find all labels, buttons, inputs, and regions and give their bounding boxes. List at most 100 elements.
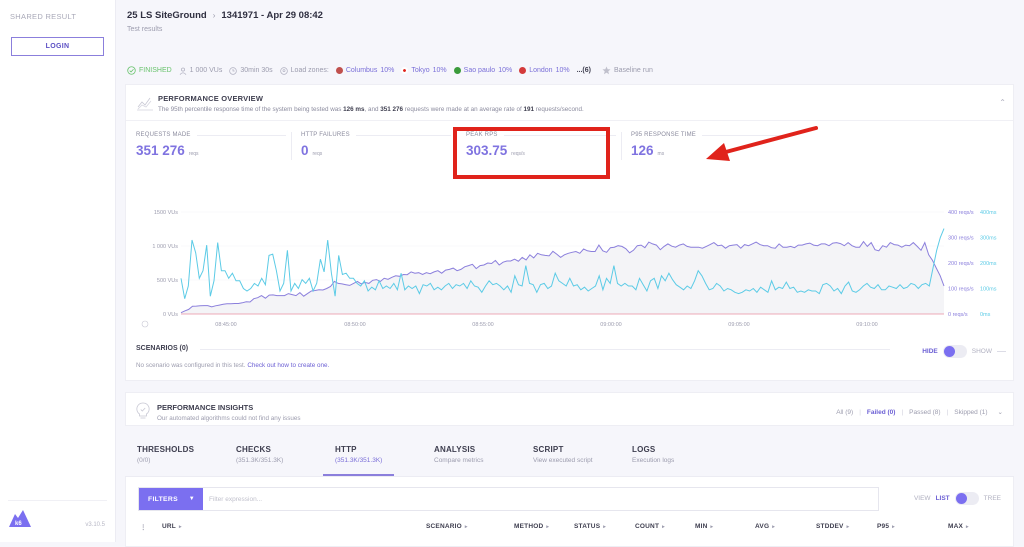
stat-requests-made: REQUESTS MADE 351 276 reqs [136,132,286,158]
k6-logo-icon[interactable]: k6 [8,508,32,528]
stat-unit: reqs [188,151,199,157]
filters-dropdown-button[interactable]: FILTERS ▼ [139,488,203,510]
check-circle-icon [127,66,136,75]
column-status[interactable]: STATUS ▸ [574,523,606,530]
column-count[interactable]: COUNT ▸ [635,523,665,530]
y-tick-label-rps: 300 reqs/s [948,236,974,242]
create-scenario-link[interactable]: Check out how to create one. [247,362,329,369]
sidebar-divider [8,500,107,501]
brazil-flag-icon [453,67,461,74]
filter-passed[interactable]: Passed (8) [909,409,940,416]
performance-chart-svg[interactable]: 0 VUs 500 VUs 1 000 VUs 1500 VUs 0 reqs/s 0ms… [126,200,1015,330]
scenarios-toggle[interactable]: HIDE SHOW [922,345,1006,358]
column-max[interactable]: MAX ▸ [948,523,969,530]
tree-label[interactable]: TREE [984,495,1001,502]
clock-icon [141,320,149,328]
japan-flag-icon [401,67,409,74]
baseline-run-button[interactable]: Baseline run [602,66,653,75]
stat-label: P95 RESPONSE TIME [631,132,696,138]
stat-value: 126 [631,143,654,158]
y-tick-label-rps: 0 reqs/s [948,312,968,318]
hide-label[interactable]: HIDE [922,348,938,355]
column-avg[interactable]: AVG ▸ [755,523,775,530]
filter-all[interactable]: All (9) [836,409,853,416]
chart-line-icon [137,97,153,111]
insights-title: PERFORMANCE INSIGHTS [157,403,254,412]
stat-p95-response-time: P95 RESPONSE TIME 126 ms [621,132,781,160]
clock-icon [229,66,238,75]
page-subtitle: Test results [127,26,163,33]
performance-chart[interactable]: 0 VUs 500 VUs 1 000 VUs 1500 VUs 0 reqs/s 0ms… [126,200,1015,330]
load-zone-london: London 10% [519,67,570,74]
tab-script[interactable]: SCRIPT View executed script [521,445,605,476]
show-label[interactable]: SHOW [972,348,992,355]
caret-down-icon: ▼ [188,496,195,502]
filter-failed[interactable]: Failed (0) [867,409,896,416]
scenarios-description: No scenario was configured in this test.… [136,362,330,369]
x-tick-label: 09:10:00 [856,322,877,328]
y-tick-label-vus: 0 VUs [163,312,178,318]
location-pin-icon [279,66,288,75]
load-zones-info: Load zones: [279,66,329,75]
divider [126,120,1013,121]
load-zone-sao-paulo: Sao paulo 10% [453,67,512,74]
chevron-up-icon[interactable]: ⌃ [999,98,1006,107]
result-tabs: THRESHOLDS (0/0) CHECKS (351.3K/351.3K) HT… [125,445,1014,477]
star-icon [602,66,611,75]
column-p95[interactable]: P95 ▸ [877,523,895,530]
run-status-bar: FINISHED 1 000 VUs 30min 30s Load zones:… [127,66,653,75]
divider [200,349,890,350]
more-zones-link[interactable]: ...(6) [577,67,591,74]
column-stddev[interactable]: STDDEV ▸ [816,523,849,530]
stat-label: PEAK RPS [466,132,498,138]
toggle-switch[interactable] [942,345,967,358]
performance-insights-card: PERFORMANCE INSIGHTS Our automated algor… [125,392,1014,426]
column-url[interactable]: URL ▸ [162,523,182,530]
y-tick-label-rps: 200 reqs/s [948,261,974,267]
column-min[interactable]: MIN ▸ [695,523,713,530]
y-tick-label-ms: 400ms [980,210,997,216]
login-button[interactable]: LOGIN [11,37,104,56]
tab-checks[interactable]: CHECKS (351.3K/351.3K) [224,445,295,476]
stat-unit: reqs/s [511,151,525,157]
lightbulb-icon [136,402,150,419]
breadcrumb: 25 LS SiteGround › 1341971 - Apr 29 08:4… [127,10,323,21]
filter-skipped[interactable]: Skipped (1) [954,409,987,416]
column-scenario[interactable]: SCENARIO ▸ [426,523,468,530]
breadcrumb-project[interactable]: 25 LS SiteGround [127,10,207,21]
performance-overview-summary: The 95th percentile response time of the… [158,106,584,113]
user-icon [179,67,186,75]
toggle-switch[interactable] [954,492,979,505]
tab-logs[interactable]: LOGS Execution logs [620,445,686,476]
insights-description: Our automated algorithms could not find … [157,415,301,422]
list-label[interactable]: LIST [936,495,950,502]
table-header: ⋮ URL ▸ SCENARIO ▸ METHOD ▸ STATUS ▸ COUNT ▸ … [138,523,998,535]
stats-row: REQUESTS MADE 351 276 reqs HTTP FAILURES … [136,132,1006,172]
vus-info: 1 000 VUs [179,67,222,75]
stat-label: HTTP FAILURES [301,132,350,138]
insights-filters: All (9) | Failed (0) | Passed (8) | Skip… [836,408,1003,417]
http-table-card: FILTERS▼ VIEW LIST TREE ⋮ URL▸ SCENARIO▸… [125,477,1014,547]
tab-analysis[interactable]: ANALYSIS Compare metrics [422,445,495,476]
filter-expression-input[interactable] [203,488,878,510]
vus-area [181,241,944,314]
sidebar: SHARED RESULT LOGIN k6 v3.10.5 [0,0,116,542]
y-tick-label-ms: 300ms [980,236,997,242]
main-content: 25 LS SiteGround › 1341971 - Apr 29 08:4… [117,0,1024,547]
stat-label: REQUESTS MADE [136,132,191,138]
y-tick-label-vus: 1 000 VUs [152,244,178,250]
x-tick-label: 09:00:00 [600,322,621,328]
chevron-down-icon[interactable]: ⌄ [998,408,1003,416]
y-tick-label-ms: 0ms [980,312,991,318]
performance-overview-card: PERFORMANCE OVERVIEW The 95th percentile… [125,84,1014,381]
x-tick-label: 08:55:00 [472,322,493,328]
stat-value: 303.75 [466,143,508,158]
column-method[interactable]: METHOD ▸ [514,523,549,530]
view-toggle[interactable]: VIEW LIST TREE [914,492,1001,505]
tab-http[interactable]: HTTP (351.3K/351.3K) [323,445,395,476]
uk-flag-icon [519,67,527,74]
x-tick-label: 09:05:00 [728,322,749,328]
column-menu-icon[interactable]: ⋮ [140,523,147,531]
y-tick-label-ms: 100ms [980,287,997,293]
tab-thresholds[interactable]: THRESHOLDS (0/0) [125,445,206,476]
